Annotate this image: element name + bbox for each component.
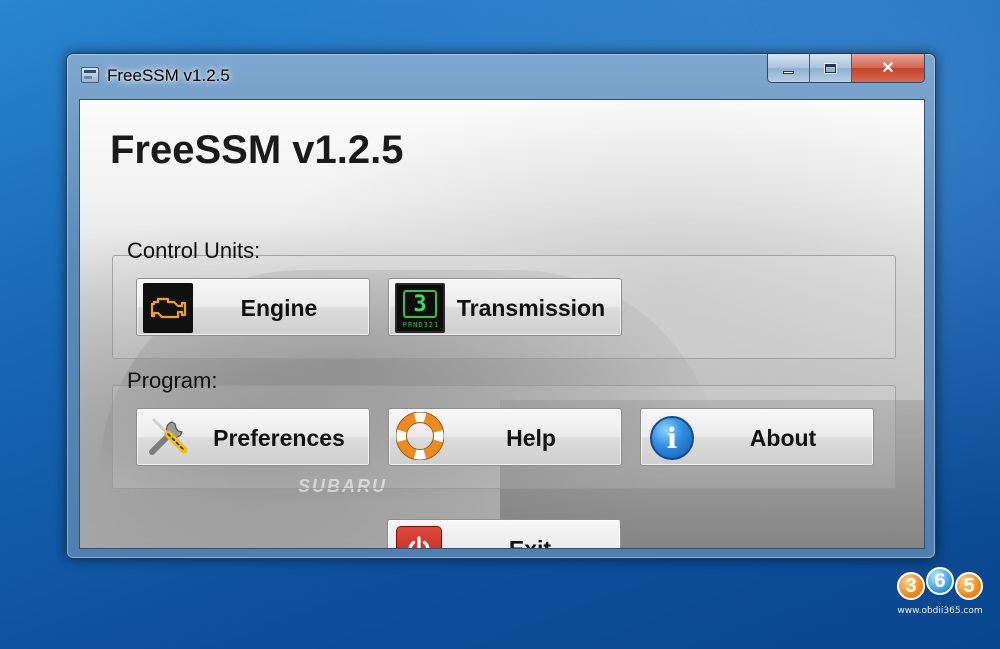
maximize-button[interactable] [810,54,852,82]
watermark-url: www.obdii365.com [897,606,983,616]
transmission-button-label: Transmission [456,294,606,321]
wrench-screwdriver-icon [144,412,192,465]
exit-button[interactable]: Exit [387,519,621,549]
control-units-group: Control Units: Engine 3 PRND321 Transmis… [112,238,896,359]
gear-display-digit: 3 [403,290,437,318]
gear-display-indicator: PRND321 [402,321,440,329]
program-label: Program: [127,368,218,393]
watermark-logo: 3 6 5 www.obdii365.com [890,562,990,622]
engine-warning-icon [143,283,193,333]
lifebuoy-icon [395,411,445,465]
info-icon: i [650,416,694,460]
minimize-button[interactable] [768,54,810,82]
main-panel: SUBARU FreeSSM v1.2.5 Control Units: Eng… [79,99,925,549]
title-bar[interactable]: FreeSSM v1.2.5 ✕ [67,54,935,100]
watermark-digit: 5 [955,572,983,600]
help-button[interactable]: Help [388,408,622,466]
watermark-digit: 6 [926,567,954,595]
close-icon: ✕ [881,60,895,77]
app-window: FreeSSM v1.2.5 ✕ SUBARU FreeSSM v1.2.5 C… [66,53,936,559]
preferences-button-label: Preferences [213,424,345,451]
maximize-icon [824,62,837,74]
about-button-label: About [749,424,817,451]
watermark-digit: 3 [897,572,925,600]
power-icon [396,526,442,548]
gear-display-icon: 3 PRND321 [395,283,445,333]
app-icon[interactable] [81,67,99,83]
program-group: Program: Preferences Help i About [112,368,896,489]
app-heading: FreeSSM v1.2.5 [110,128,404,172]
window-title: FreeSSM v1.2.5 [107,66,230,85]
caption-buttons: ✕ [767,54,925,83]
help-button-label: Help [506,424,556,451]
engine-button[interactable]: Engine [136,278,370,336]
about-button[interactable]: i About [640,408,874,466]
minimize-icon [783,70,794,74]
control-units-label: Control Units: [127,238,261,263]
engine-button-label: Engine [240,294,318,321]
transmission-button[interactable]: 3 PRND321 Transmission [388,278,622,336]
close-button[interactable]: ✕ [852,54,924,82]
preferences-button[interactable]: Preferences [136,408,370,466]
exit-button-label: Exit [508,535,552,549]
